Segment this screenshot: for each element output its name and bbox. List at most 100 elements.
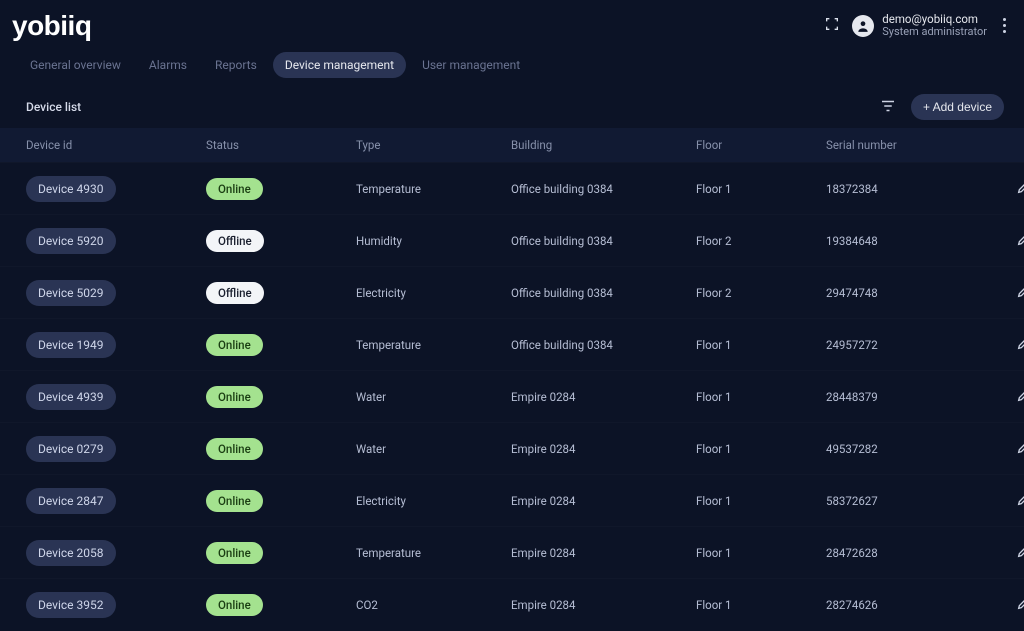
edit-icon[interactable] <box>1016 335 1024 354</box>
column-header: Serial number <box>826 138 976 152</box>
list-actions: + Add device <box>879 94 1004 120</box>
table-header-row: Device idStatusTypeBuildingFloorSerial n… <box>0 128 1024 162</box>
edit-icon[interactable] <box>1016 387 1024 406</box>
table-row: Device 0279 Online WaterEmpire 0284Floor 1… <box>0 422 1024 474</box>
brand-logo: yobiiq <box>12 10 91 42</box>
status-chip: Online <box>206 334 263 356</box>
cell-floor: Floor 2 <box>696 286 826 300</box>
cell-serial: 18372384 <box>826 182 976 196</box>
cell-type: Water <box>356 390 511 404</box>
cell-building: Empire 0284 <box>511 442 696 456</box>
edit-icon[interactable] <box>1016 491 1024 510</box>
status-chip: Online <box>206 386 263 408</box>
user-text: demo@yobiiq.com System administrator <box>882 13 987 39</box>
device-table: Device idStatusTypeBuildingFloorSerial n… <box>0 128 1024 630</box>
cell-floor: Floor 1 <box>696 546 826 560</box>
column-header: Building <box>511 138 696 152</box>
main-tabs: General overviewAlarmsReportsDevice mana… <box>0 46 1024 88</box>
edit-icon[interactable] <box>1016 439 1024 458</box>
table-row: Device 5920 Offline HumidityOffice buildin… <box>0 214 1024 266</box>
device-id-chip[interactable]: Device 2847 <box>26 488 116 514</box>
add-device-button[interactable]: + Add device <box>911 94 1004 120</box>
status-chip: Online <box>206 542 263 564</box>
cell-type: Temperature <box>356 338 511 352</box>
edit-icon[interactable] <box>1016 595 1024 614</box>
cell-serial: 58372627 <box>826 494 976 508</box>
device-id-chip[interactable]: Device 5029 <box>26 280 116 306</box>
tab-alarms[interactable]: Alarms <box>137 52 199 78</box>
cell-floor: Floor 2 <box>696 234 826 248</box>
filter-icon[interactable] <box>879 97 897 118</box>
cell-type: Water <box>356 442 511 456</box>
cell-floor: Floor 1 <box>696 182 826 196</box>
cell-serial: 28448379 <box>826 390 976 404</box>
cell-building: Office building 0384 <box>511 234 696 248</box>
list-sub-header: Device list + Add device <box>0 88 1024 128</box>
cell-type: Electricity <box>356 494 511 508</box>
tab-device-management[interactable]: Device management <box>273 52 406 78</box>
cell-type: Electricity <box>356 286 511 300</box>
edit-icon[interactable] <box>1016 543 1024 562</box>
cell-type: Humidity <box>356 234 511 248</box>
edit-icon[interactable] <box>1016 283 1024 302</box>
cell-building: Empire 0284 <box>511 494 696 508</box>
status-chip: Online <box>206 438 263 460</box>
header-right: demo@yobiiq.com System administrator <box>824 13 1010 39</box>
cell-floor: Floor 1 <box>696 598 826 612</box>
cell-type: CO2 <box>356 598 511 612</box>
cell-serial: 19384648 <box>826 234 976 248</box>
app-root: yobiiq demo@yobiiq.com System administra… <box>0 0 1024 631</box>
device-id-chip[interactable]: Device 4930 <box>26 176 116 202</box>
device-id-chip[interactable]: Device 1949 <box>26 332 116 358</box>
cell-type: Temperature <box>356 182 511 196</box>
device-id-chip[interactable]: Device 2058 <box>26 540 116 566</box>
table-row: Device 2058 Online TemperatureEmpire 0284F… <box>0 526 1024 578</box>
table-row: Device 2847 Online ElectricityEmpire 0284F… <box>0 474 1024 526</box>
cell-serial: 28472628 <box>826 546 976 560</box>
status-chip: Online <box>206 178 263 200</box>
cell-building: Empire 0284 <box>511 546 696 560</box>
cell-floor: Floor 1 <box>696 442 826 456</box>
status-chip: Online <box>206 594 263 616</box>
cell-serial: 49537282 <box>826 442 976 456</box>
edit-icon[interactable] <box>1016 231 1024 250</box>
cell-building: Office building 0384 <box>511 286 696 300</box>
edit-icon[interactable] <box>1016 179 1024 198</box>
cell-building: Office building 0384 <box>511 338 696 352</box>
table-row: Device 5029 Offline ElectricityOffice buil… <box>0 266 1024 318</box>
table-row: Device 4930 Online TemperatureOffice build… <box>0 162 1024 214</box>
cell-floor: Floor 1 <box>696 338 826 352</box>
tab-reports[interactable]: Reports <box>203 52 269 78</box>
column-header: Type <box>356 138 511 152</box>
table-row: Device 1949 Online TemperatureOffice build… <box>0 318 1024 370</box>
fullscreen-icon[interactable] <box>824 16 840 35</box>
avatar-icon <box>852 15 874 37</box>
device-id-chip[interactable]: Device 3952 <box>26 592 116 618</box>
status-chip: Online <box>206 490 263 512</box>
column-header: Floor <box>696 138 826 152</box>
table-row: Device 3952 Online CO2Empire 0284Floor 128… <box>0 578 1024 630</box>
device-id-chip[interactable]: Device 0279 <box>26 436 116 462</box>
list-title: Device list <box>26 100 81 114</box>
user-block[interactable]: demo@yobiiq.com System administrator <box>852 13 987 39</box>
status-chip: Offline <box>206 282 264 304</box>
cell-type: Temperature <box>356 546 511 560</box>
table-row: Device 4939OnlineWaterEmpire 0284Floor 1… <box>0 370 1024 422</box>
device-id-chip[interactable]: Device 4939 <box>26 384 116 410</box>
column-header: Device id <box>26 138 206 152</box>
tab-user-management[interactable]: User management <box>410 52 532 78</box>
kebab-menu-icon[interactable] <box>999 16 1010 35</box>
status-chip: Offline <box>206 230 264 252</box>
column-header: Status <box>206 138 356 152</box>
cell-building: Empire 0284 <box>511 598 696 612</box>
cell-serial: 24957272 <box>826 338 976 352</box>
cell-building: Office building 0384 <box>511 182 696 196</box>
cell-serial: 29474748 <box>826 286 976 300</box>
cell-floor: Floor 1 <box>696 390 826 404</box>
device-id-chip[interactable]: Device 5920 <box>26 228 116 254</box>
cell-floor: Floor 1 <box>696 494 826 508</box>
cell-serial: 28274626 <box>826 598 976 612</box>
tab-overview[interactable]: General overview <box>18 52 133 78</box>
top-header: yobiiq demo@yobiiq.com System administra… <box>0 0 1024 46</box>
user-role: System administrator <box>882 26 987 39</box>
